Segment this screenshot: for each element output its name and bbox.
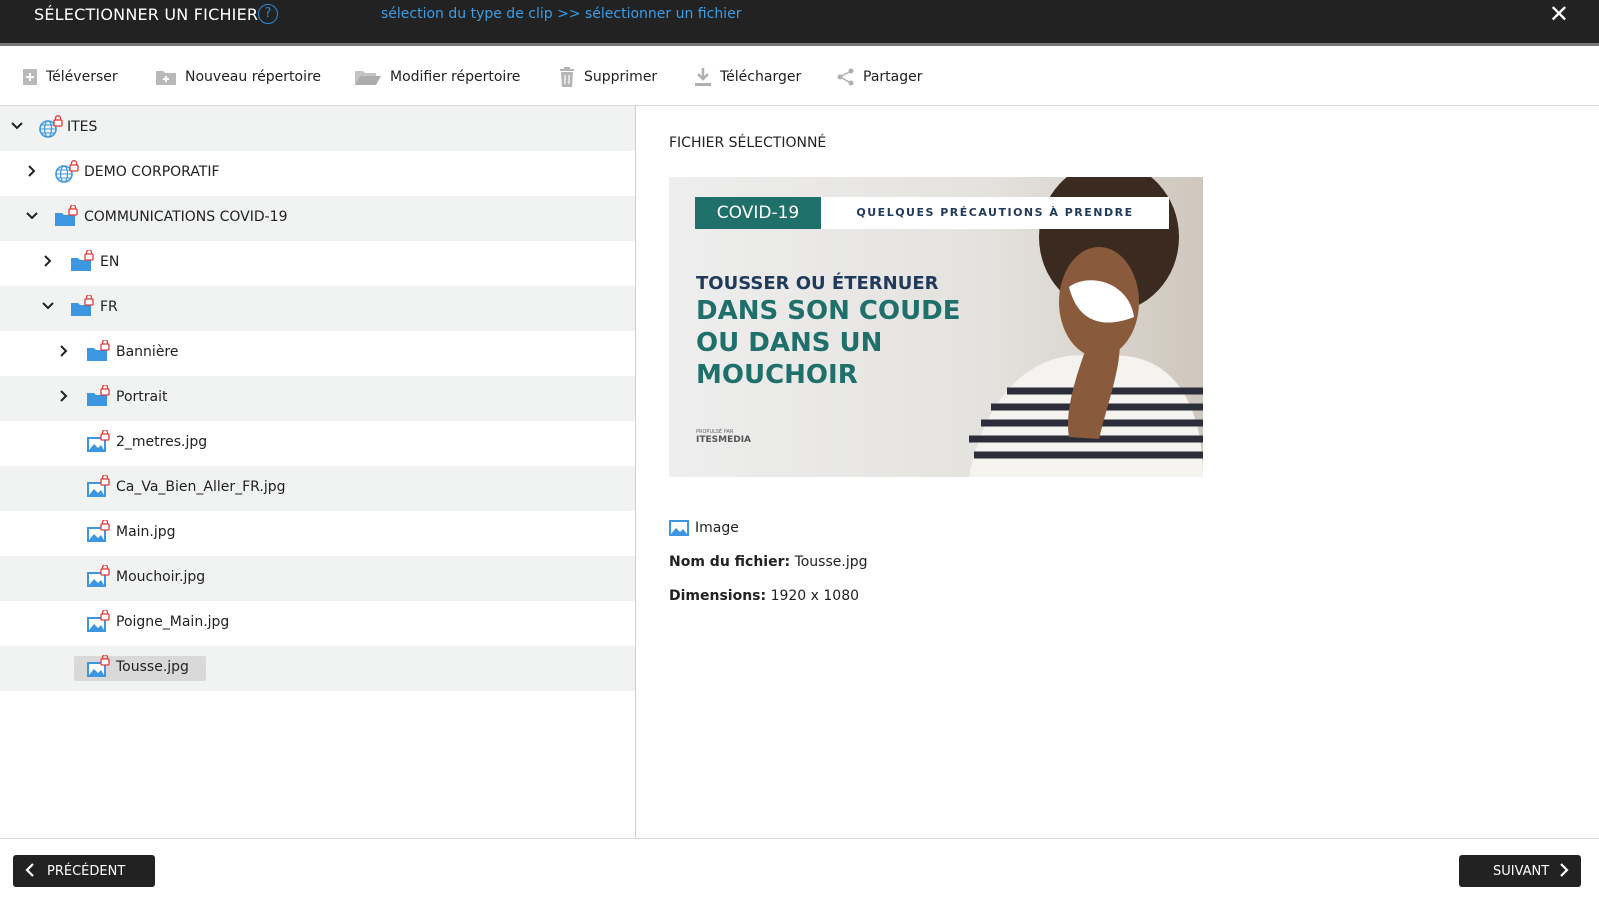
delete-button[interactable]: Supprimer bbox=[558, 66, 657, 88]
toolbar: Téléverser Nouveau répertoire Modifier r… bbox=[0, 46, 1599, 106]
dimensions-label: Dimensions: bbox=[669, 588, 767, 604]
tree-item-file[interactable]: 2_metres.jpg bbox=[0, 421, 635, 466]
tree-item-label: EN bbox=[100, 254, 120, 270]
chevron-down-icon[interactable] bbox=[25, 209, 39, 223]
image-credit-logo: ITESMEDIA bbox=[696, 435, 752, 445]
folder-lock-icon bbox=[87, 385, 110, 406]
file-type: Image bbox=[669, 520, 739, 536]
dimensions-line: Dimensions: 1920 x 1080 bbox=[669, 588, 859, 604]
filename-label: Nom du fichier: bbox=[669, 554, 791, 570]
tree-item-file[interactable]: Ca_Va_Bien_Aller_FR.jpg bbox=[0, 466, 635, 511]
tree-item-file[interactable]: Poigne_Main.jpg bbox=[0, 601, 635, 646]
folder-lock-icon bbox=[71, 295, 94, 316]
dialog-footer: PRÉCÉDENT SUIVANT bbox=[0, 838, 1599, 900]
download-icon bbox=[695, 68, 711, 86]
share-label: Partager bbox=[863, 69, 923, 85]
image-lock-icon bbox=[87, 520, 110, 542]
filename-line: Nom du fichier: Tousse.jpg bbox=[669, 554, 868, 570]
new-folder-icon bbox=[156, 71, 176, 85]
chevron-down-icon[interactable] bbox=[41, 299, 55, 313]
tree-item-label: Poigne_Main.jpg bbox=[116, 614, 230, 630]
tree-item-label: Mouchoir.jpg bbox=[116, 569, 206, 585]
previous-label: PRÉCÉDENT bbox=[47, 863, 126, 879]
file-type-label: Image bbox=[695, 520, 739, 536]
filename-value: Tousse.jpg bbox=[794, 554, 868, 570]
edit-directory-button[interactable]: Modifier répertoire bbox=[354, 66, 520, 88]
tree-item-file[interactable]: Main.jpg bbox=[0, 511, 635, 556]
file-tree: ITES DEMO CORPORATIF COMMUNICATIONS COVI… bbox=[0, 106, 636, 838]
image-headline-1: TOUSSER OU ÉTERNUER bbox=[696, 273, 939, 294]
breadcrumb[interactable]: sélection du type de clip >> sélectionne… bbox=[381, 6, 741, 22]
help-icon[interactable]: ? bbox=[258, 4, 278, 24]
folder-lock-icon bbox=[87, 340, 110, 361]
chevron-right-icon bbox=[1560, 863, 1569, 877]
trash-icon bbox=[560, 67, 574, 87]
preview-panel: FICHIER SÉLECTIONNÉ COVID-19 QUELQUES PR… bbox=[637, 106, 1599, 838]
tree-item-label: FR bbox=[100, 299, 118, 315]
dialog-header: SÉLECTIONNER UN FICHIER ? sélection du t… bbox=[0, 0, 1599, 46]
chevron-left-icon bbox=[25, 863, 34, 877]
image-tag: COVID-19 bbox=[695, 197, 821, 229]
new-directory-button[interactable]: Nouveau répertoire bbox=[155, 66, 321, 88]
tree-item-label: Bannière bbox=[116, 344, 179, 360]
tree-item-label: 2_metres.jpg bbox=[116, 434, 208, 450]
image-headline-3: OU DANS UN bbox=[696, 328, 883, 358]
chevron-right-icon[interactable] bbox=[41, 254, 55, 268]
globe-lock-icon bbox=[39, 115, 63, 138]
tree-item-ites[interactable]: ITES bbox=[0, 106, 635, 151]
tree-item-communications-covid-19[interactable]: COMMUNICATIONS COVID-19 bbox=[0, 196, 635, 241]
chevron-right-icon[interactable] bbox=[57, 344, 71, 358]
tree-item-fr[interactable]: FR bbox=[0, 286, 635, 331]
globe-lock-icon bbox=[55, 160, 79, 183]
image-lock-icon bbox=[87, 565, 110, 587]
tree-item-demo-corporatif[interactable]: DEMO CORPORATIF bbox=[0, 151, 635, 196]
tree-item-en[interactable]: EN bbox=[0, 241, 635, 286]
chevron-right-icon[interactable] bbox=[25, 164, 39, 178]
tree-item-label: Tousse.jpg bbox=[116, 659, 189, 675]
chevron-down-icon[interactable] bbox=[10, 119, 24, 133]
tree-item-portrait[interactable]: Portrait bbox=[0, 376, 635, 421]
preview-title: FICHIER SÉLECTIONNÉ bbox=[669, 135, 827, 151]
tree-item-label: Portrait bbox=[116, 389, 168, 405]
chevron-right-icon[interactable] bbox=[57, 389, 71, 403]
upload-icon bbox=[23, 69, 37, 85]
preview-image: COVID-19 QUELQUES PRÉCAUTIONS À PRENDRE … bbox=[669, 177, 1203, 477]
tree-item-label: Main.jpg bbox=[116, 524, 176, 540]
tree-item-file-selected[interactable]: Tousse.jpg bbox=[0, 646, 635, 691]
image-banner: QUELQUES PRÉCAUTIONS À PRENDRE bbox=[821, 197, 1169, 229]
upload-label: Téléverser bbox=[46, 69, 118, 85]
upload-button[interactable]: Téléverser bbox=[22, 66, 118, 88]
image-headline-4: MOUCHOIR bbox=[696, 360, 858, 390]
tree-item-label: ITES bbox=[67, 119, 98, 135]
image-icon bbox=[669, 520, 689, 536]
dimensions-value: 1920 x 1080 bbox=[770, 588, 860, 604]
image-lock-icon bbox=[87, 610, 110, 632]
previous-button[interactable]: PRÉCÉDENT bbox=[13, 855, 155, 887]
close-icon[interactable]: ✕ bbox=[1549, 0, 1569, 28]
image-headline-2: DANS SON COUDE bbox=[696, 296, 961, 326]
next-label: SUIVANT bbox=[1493, 863, 1550, 879]
edit-directory-label: Modifier répertoire bbox=[390, 69, 521, 85]
share-button[interactable]: Partager bbox=[837, 66, 922, 88]
tree-item-file[interactable]: Mouchoir.jpg bbox=[0, 556, 635, 601]
tree-item-banniere[interactable]: Bannière bbox=[0, 331, 635, 376]
folder-lock-icon bbox=[55, 205, 78, 226]
image-lock-icon bbox=[87, 430, 110, 452]
dialog-title: SÉLECTIONNER UN FICHIER bbox=[34, 5, 259, 24]
next-button[interactable]: SUIVANT bbox=[1459, 855, 1581, 887]
image-lock-icon bbox=[87, 475, 110, 497]
tree-item-label: COMMUNICATIONS COVID-19 bbox=[84, 209, 288, 225]
open-folder-icon bbox=[355, 71, 381, 85]
image-lock-icon bbox=[87, 655, 110, 677]
new-directory-label: Nouveau répertoire bbox=[185, 69, 322, 85]
download-label: Télécharger bbox=[720, 69, 802, 85]
tree-item-label: DEMO CORPORATIF bbox=[84, 164, 220, 180]
tree-item-label: Ca_Va_Bien_Aller_FR.jpg bbox=[116, 479, 286, 495]
share-icon bbox=[837, 68, 854, 86]
delete-label: Supprimer bbox=[584, 69, 658, 85]
download-button[interactable]: Télécharger bbox=[694, 66, 801, 88]
folder-lock-icon bbox=[71, 250, 94, 271]
